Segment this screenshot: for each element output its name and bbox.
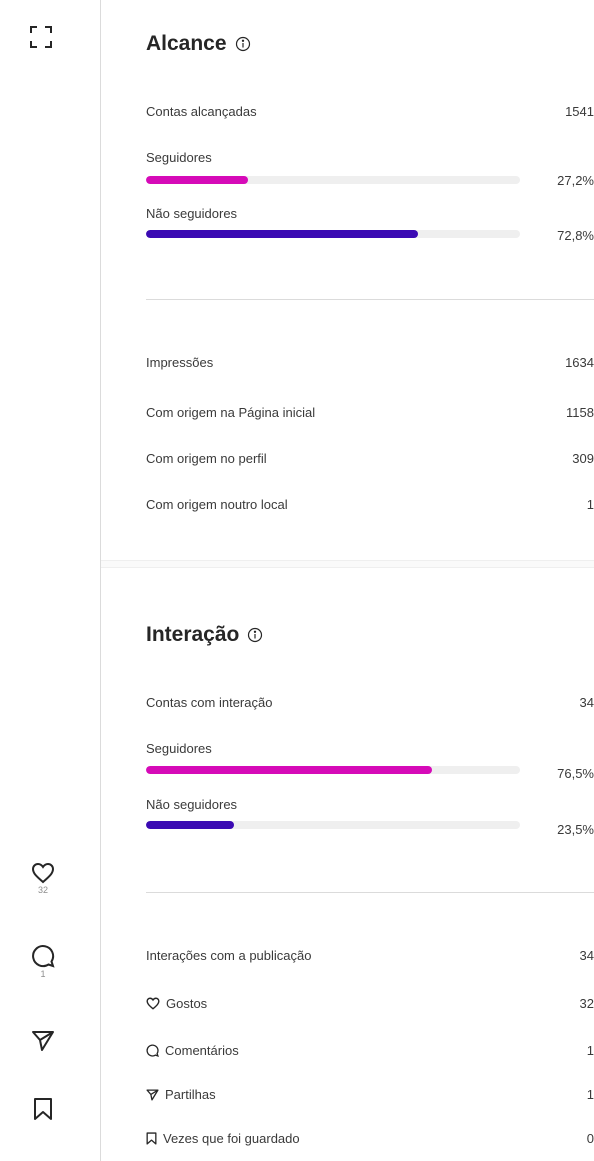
- action-rail: 32 1: [0, 0, 100, 1161]
- heart-icon: [146, 997, 160, 1010]
- share-button[interactable]: [23, 1030, 63, 1052]
- divider: [146, 892, 594, 893]
- post-interactions-total-row: Interações com a publicação 34: [146, 948, 594, 968]
- interaction-heading: Interação: [146, 623, 263, 647]
- comments-count: 1: [40, 969, 46, 979]
- reach-followers-pct: 27,2%: [557, 173, 594, 188]
- expand-button[interactable]: [21, 24, 61, 50]
- info-icon[interactable]: [247, 627, 263, 643]
- reach-non-followers-fill: [146, 230, 419, 238]
- impressions-total-row: Impressões 1634: [146, 355, 594, 375]
- likes-row: Gostos 32: [146, 996, 594, 1016]
- reach-title: Alcance: [146, 32, 227, 55]
- reach-accounts-label: Contas alcançadas: [146, 104, 257, 119]
- impressions-other-label: Com origem noutro local: [146, 497, 288, 512]
- saves-value: 0: [586, 1131, 594, 1146]
- impressions-home-value: 1158: [566, 405, 594, 420]
- reach-non-followers-label: Não seguidores: [146, 206, 238, 221]
- bookmark-icon: [34, 1098, 52, 1120]
- interaction-followers-pct: 76,5%: [557, 766, 594, 781]
- impressions-home-row: Com origem na Página inicial 1158: [146, 405, 594, 425]
- expand-icon: [30, 26, 52, 48]
- reach-followers-label: Seguidores: [146, 150, 212, 165]
- heart-icon: [31, 862, 55, 884]
- info-icon[interactable]: [235, 36, 251, 52]
- interaction-non-followers-fill: [146, 821, 234, 829]
- comments-row: Comentários 1: [146, 1043, 594, 1063]
- post-interactions-total-label: Interações com a publicação: [146, 948, 312, 963]
- saves-row: Vezes que foi guardado 0: [146, 1131, 594, 1151]
- reach-accounts-value: 1541: [565, 104, 594, 119]
- shares-row: Partilhas 1: [146, 1087, 594, 1107]
- impressions-total-label: Impressões: [146, 355, 214, 370]
- reach-non-followers-pct: 72,8%: [557, 228, 594, 243]
- impressions-other-row: Com origem noutro local 1: [146, 497, 594, 517]
- impressions-other-value: 1: [586, 497, 594, 512]
- likes-count: 32: [37, 885, 48, 895]
- interaction-non-followers-bar: [146, 821, 520, 829]
- interaction-title: Interação: [146, 623, 240, 646]
- divider: [146, 299, 594, 300]
- comment-icon: [32, 945, 55, 968]
- impressions-profile-row: Com origem no perfil 309: [146, 451, 594, 471]
- interaction-non-followers-label: Não seguidores: [146, 797, 238, 812]
- reach-followers-fill: [146, 176, 248, 184]
- post-interactions-total-value: 34: [579, 948, 594, 963]
- interaction-followers-fill: [146, 766, 433, 774]
- like-button[interactable]: 32: [23, 862, 63, 895]
- reach-non-followers-bar: [146, 230, 520, 238]
- impressions-profile-label: Com origem no perfil: [146, 451, 267, 466]
- reach-heading: Alcance: [146, 32, 251, 56]
- send-icon: [146, 1088, 159, 1101]
- comment-button[interactable]: 1: [23, 944, 63, 979]
- interaction-accounts-row: Contas com interação 34: [146, 695, 594, 715]
- interaction-accounts-label: Contas com interação: [146, 695, 273, 710]
- impressions-home-label: Com origem na Página inicial: [146, 405, 316, 420]
- interaction-accounts-value: 34: [579, 695, 594, 710]
- impressions-profile-value: 309: [572, 451, 594, 466]
- reach-accounts-row: Contas alcançadas 1541: [146, 104, 594, 124]
- comments-label: Comentários: [165, 1043, 239, 1058]
- shares-value: 1: [586, 1087, 594, 1102]
- comments-value: 1: [586, 1043, 594, 1058]
- comment-icon: [146, 1044, 159, 1057]
- reach-followers-bar: [146, 176, 520, 184]
- rail-divider: [100, 0, 101, 1161]
- impressions-total-value: 1634: [565, 355, 594, 370]
- likes-value: 32: [579, 996, 594, 1011]
- shares-label: Partilhas: [165, 1087, 216, 1102]
- interaction-followers-label: Seguidores: [146, 741, 212, 756]
- section-separator: [101, 560, 594, 568]
- interaction-non-followers-pct: 23,5%: [557, 822, 594, 837]
- send-icon: [32, 1031, 54, 1051]
- bookmark-icon: [146, 1132, 157, 1145]
- interaction-followers-bar: [146, 766, 520, 774]
- likes-label: Gostos: [166, 996, 208, 1011]
- save-button[interactable]: [23, 1097, 63, 1121]
- saves-label: Vezes que foi guardado: [163, 1131, 300, 1146]
